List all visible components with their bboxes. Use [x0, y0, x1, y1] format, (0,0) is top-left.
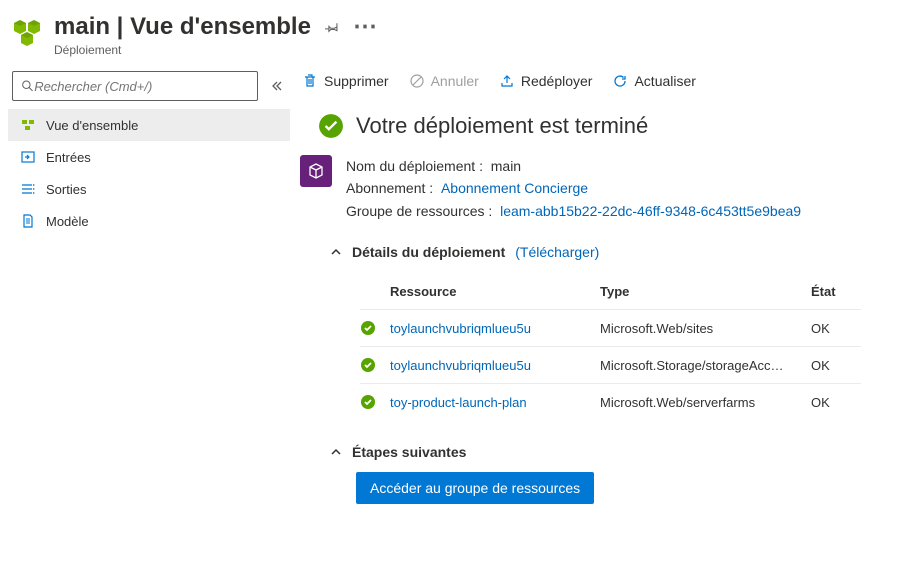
go-to-resource-group-button[interactable]: Accéder au groupe de ressources — [356, 472, 594, 504]
subscription-row: Abonnement : Abonnement Concierge — [346, 177, 801, 199]
search-input[interactable] — [12, 71, 258, 101]
status-title: Votre déploiement est terminé — [356, 113, 648, 139]
next-steps-toggle[interactable]: Étapes suivantes — [330, 444, 891, 460]
sidebar-item-label: Modèle — [46, 214, 89, 229]
page-title: main | Vue d'ensemble ⋯ — [54, 12, 377, 41]
resource-link[interactable]: toylaunchvubriqmlueu5u — [390, 321, 531, 336]
resource-group-row: Groupe de ressources : leam-abb15b22-22d… — [346, 200, 801, 222]
inputs-icon — [20, 149, 36, 165]
table-row: toy-product-launch-plan Microsoft.Web/se… — [360, 383, 861, 420]
sidebar-item-outputs[interactable]: Sorties — [8, 173, 290, 205]
cancel-icon — [409, 73, 425, 89]
table-row: toylaunchvubriqmlueu5u Microsoft.Web/sit… — [360, 309, 861, 346]
table-row: toylaunchvubriqmlueu5u Microsoft.Storage… — [360, 346, 861, 383]
download-link[interactable]: (Télécharger) — [515, 244, 599, 260]
sidebar-item-overview[interactable]: Vue d'ensemble — [8, 109, 290, 141]
ok-icon — [360, 394, 376, 410]
sidebar-item-label: Entrées — [46, 150, 91, 165]
outputs-icon — [20, 181, 36, 197]
more-icon[interactable]: ⋯ — [353, 12, 377, 41]
subscription-link[interactable]: Abonnement Concierge — [441, 180, 588, 196]
table-header: Ressource Type État — [360, 274, 861, 309]
chevron-up-icon — [330, 446, 342, 458]
resource-group-link[interactable]: leam-abb15b22-22dc-46ff-9348-6c453tt5e9b… — [500, 203, 801, 219]
ok-icon — [360, 320, 376, 336]
deployment-badge-icon — [300, 155, 332, 187]
delete-button[interactable]: Supprimer — [302, 73, 389, 89]
sidebar-item-inputs[interactable]: Entrées — [8, 141, 290, 173]
upload-icon — [499, 73, 515, 89]
redeploy-button[interactable]: Redéployer — [499, 73, 593, 89]
deployment-icon — [12, 16, 44, 48]
refresh-icon — [612, 73, 628, 89]
resource-link[interactable]: toylaunchvubriqmlueu5u — [390, 358, 531, 373]
ok-icon — [360, 357, 376, 373]
details-section-toggle[interactable]: Détails du déploiement (Télécharger) — [330, 244, 891, 260]
page-subtitle: Déploiement — [54, 43, 377, 57]
sidebar-item-template[interactable]: Modèle — [8, 205, 290, 237]
sidebar-item-label: Vue d'ensemble — [46, 118, 138, 133]
search-icon — [21, 79, 34, 93]
chevron-up-icon — [330, 246, 342, 258]
pin-icon[interactable] — [325, 20, 339, 34]
resource-link[interactable]: toy-product-launch-plan — [390, 395, 527, 410]
template-icon — [20, 213, 36, 229]
success-icon — [318, 113, 344, 139]
overview-icon — [20, 117, 36, 133]
cancel-button: Annuler — [409, 73, 479, 89]
refresh-button[interactable]: Actualiser — [612, 73, 695, 89]
sidebar-item-label: Sorties — [46, 182, 86, 197]
deployment-name-row: Nom du déploiement : main — [346, 155, 801, 177]
collapse-sidebar-icon[interactable] — [266, 76, 286, 96]
trash-icon — [302, 73, 318, 89]
